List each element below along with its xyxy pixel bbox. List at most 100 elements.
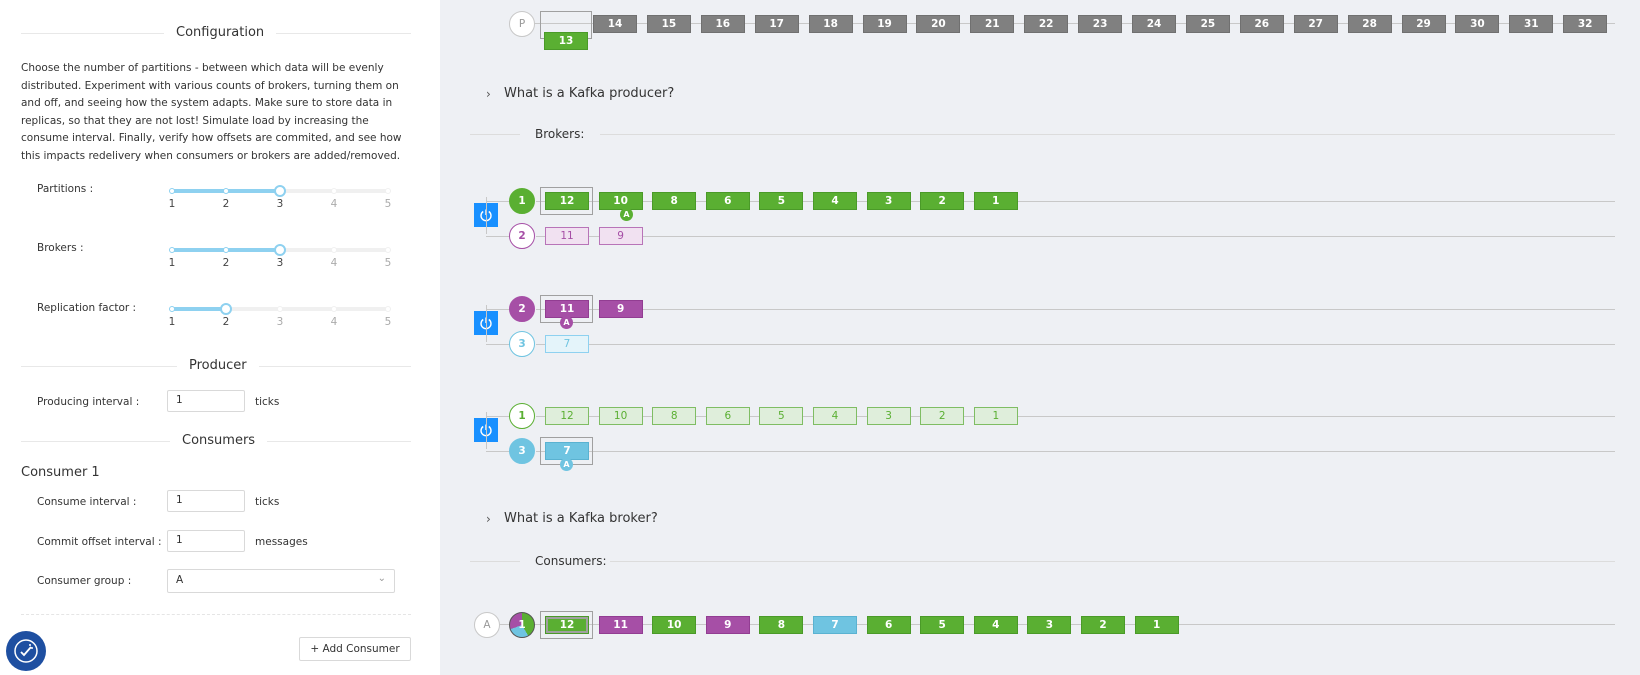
replication-factor-slider-dot bbox=[277, 306, 283, 312]
partition-lane-line bbox=[536, 451, 1615, 452]
partition-badge: 1 bbox=[509, 403, 535, 429]
partition-message: 5 bbox=[759, 192, 804, 210]
faq-producer[interactable]: What is a Kafka producer? bbox=[504, 86, 674, 101]
consumed-message: 5 bbox=[920, 616, 965, 634]
brokers-slider-mark: 1 bbox=[168, 257, 176, 269]
partitions-slider-dot bbox=[169, 188, 175, 194]
consumer-group-select[interactable]: A ⌄ bbox=[167, 569, 395, 593]
broker-bracket bbox=[486, 412, 487, 449]
consumers-section-title: Consumers: bbox=[535, 554, 607, 568]
chevron-right-icon[interactable]: › bbox=[486, 87, 491, 101]
producer-message: 20 bbox=[916, 15, 961, 33]
producer-message: 19 bbox=[862, 15, 907, 33]
producing-interval-label: Producing interval : bbox=[37, 396, 140, 408]
broker-link bbox=[486, 201, 510, 202]
partition-lane-line bbox=[536, 344, 1615, 345]
producer-message: 28 bbox=[1347, 15, 1392, 33]
broker-link bbox=[486, 451, 510, 452]
replication-factor-slider[interactable]: 1 2 3 4 5 bbox=[169, 296, 391, 328]
consume-interval-label: Consume interval : bbox=[37, 496, 137, 508]
consumer-1-title: Consumer 1 bbox=[21, 465, 100, 480]
brokers-label: Brokers : bbox=[37, 242, 84, 254]
partition-badge: 2 bbox=[509, 223, 535, 249]
broker-link bbox=[486, 236, 510, 237]
partition-message: 1 bbox=[973, 192, 1018, 210]
partitions-slider-mark: 1 bbox=[168, 198, 176, 210]
consumer-offset-pin: A bbox=[620, 208, 633, 221]
partitions-slider-mark: 5 bbox=[384, 198, 392, 210]
visualization-panel bbox=[440, 0, 1640, 675]
producer-title: Producer bbox=[177, 358, 259, 373]
producer-message: 25 bbox=[1185, 15, 1230, 33]
partitions-slider-mark: 2 bbox=[222, 198, 230, 210]
replication-factor-slider-dot bbox=[169, 306, 175, 312]
brokers-slider-mark: 3 bbox=[276, 257, 284, 269]
partition-message: 10 bbox=[598, 407, 643, 425]
partition-message: 4 bbox=[813, 192, 857, 210]
producer-message: 16 bbox=[700, 15, 745, 33]
partition-message: 8 bbox=[652, 407, 697, 425]
brokers-slider-dot bbox=[169, 247, 175, 253]
producer-message: 14 bbox=[593, 15, 637, 33]
producing-interval-input[interactable]: 1 bbox=[167, 390, 245, 412]
partitions-slider[interactable]: 1 2 3 4 5 bbox=[169, 178, 391, 210]
producer-message: 30 bbox=[1455, 15, 1500, 33]
partition-message: 3 bbox=[866, 407, 911, 425]
partitions-slider-handle[interactable] bbox=[274, 185, 286, 197]
consumed-message: 2 bbox=[1081, 616, 1125, 634]
commit-offset-interval-input[interactable]: 1 bbox=[167, 530, 245, 552]
partition-message: 10 bbox=[598, 192, 643, 210]
consumed-message: 11 bbox=[598, 616, 643, 634]
brokers-slider-mark: 4 bbox=[330, 257, 338, 269]
partitions-slider-mark: 4 bbox=[330, 198, 338, 210]
partition-lane-line bbox=[536, 201, 1615, 202]
partition-message: 9 bbox=[598, 227, 643, 245]
consumed-message: 4 bbox=[973, 616, 1018, 634]
chevron-down-icon: ⌄ bbox=[377, 573, 386, 584]
partitions-label: Partitions : bbox=[37, 183, 94, 195]
partitions-slider-mark: 3 bbox=[276, 198, 284, 210]
replication-factor-slider-handle[interactable] bbox=[220, 303, 232, 315]
producer-message: 32 bbox=[1563, 15, 1608, 33]
broker-link bbox=[486, 416, 510, 417]
partition-message: 4 bbox=[813, 407, 857, 425]
chevron-right-icon[interactable]: › bbox=[486, 512, 491, 526]
replication-factor-slider-mark: 1 bbox=[168, 316, 176, 328]
replication-factor-slider-mark: 4 bbox=[330, 316, 338, 328]
partition-badge: 1 bbox=[509, 188, 535, 214]
partitions-slider-dot bbox=[331, 188, 337, 194]
producer-message: 23 bbox=[1078, 15, 1123, 33]
partition-message: 5 bbox=[759, 407, 804, 425]
broker-link bbox=[486, 309, 510, 310]
consumed-message: 8 bbox=[759, 616, 804, 634]
producer-message: 22 bbox=[1024, 15, 1069, 33]
producer-message: 27 bbox=[1293, 15, 1338, 33]
consumed-message: 9 bbox=[705, 616, 750, 634]
consume-interval-input[interactable]: 1 bbox=[167, 490, 245, 512]
partitions-slider-dot bbox=[223, 188, 229, 194]
brokers-slider-handle[interactable] bbox=[274, 244, 286, 256]
add-consumer-button[interactable]: + Add Consumer bbox=[299, 637, 411, 661]
partition-lane-line bbox=[536, 236, 1615, 237]
replication-factor-slider-mark: 2 bbox=[222, 316, 230, 328]
brokers-slider[interactable]: 1 2 3 4 5 bbox=[169, 237, 391, 269]
partition-message: 2 bbox=[920, 407, 965, 425]
partition-badge: 2 bbox=[509, 296, 535, 322]
consumer-group-value: A bbox=[176, 574, 184, 586]
commit-offset-interval-label: Commit offset interval : bbox=[37, 536, 162, 548]
partition-message: 8 bbox=[652, 192, 697, 210]
partition-message: 3 bbox=[866, 192, 911, 210]
faq-broker[interactable]: What is a Kafka broker? bbox=[504, 511, 658, 526]
consumed-message: 12 bbox=[545, 616, 589, 634]
divider bbox=[470, 561, 520, 562]
brokers-slider-dot bbox=[385, 247, 391, 253]
replication-factor-slider-dot bbox=[385, 306, 391, 312]
accessibility-button[interactable] bbox=[6, 631, 46, 671]
partition-message: 1 bbox=[973, 407, 1018, 425]
partition-message: 12 bbox=[545, 192, 589, 210]
partition-message: 11 bbox=[545, 227, 589, 245]
producer-message: 24 bbox=[1132, 15, 1176, 33]
partition-message: 7 bbox=[545, 335, 589, 353]
partition-badge: 3 bbox=[509, 331, 535, 357]
producer-message: 26 bbox=[1239, 15, 1284, 33]
